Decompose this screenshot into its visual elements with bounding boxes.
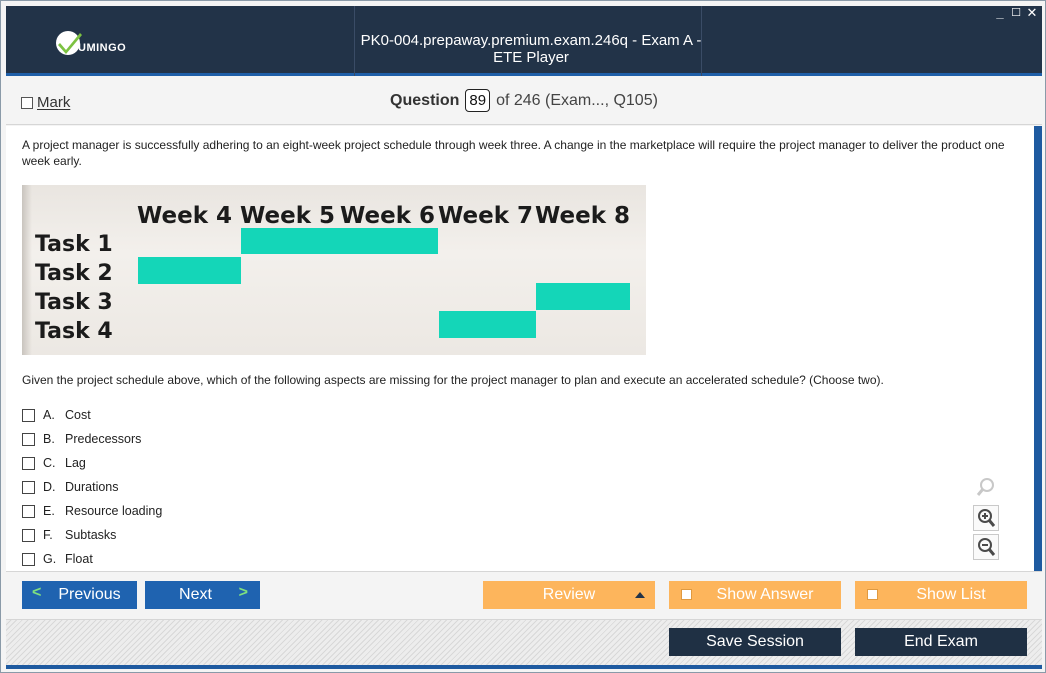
answer-checkbox[interactable] [22,528,35,542]
title-bar: UMINGO PK0-004.prepaway.premium.exam.246… [6,6,1042,76]
question-content: A project manager is successfully adheri… [6,126,1042,571]
chevron-left-icon: < [32,584,42,601]
show-list-button[interactable]: Show List [855,581,1027,609]
show-answer-label: Show Answer [716,586,814,603]
question-header: Mark Question 89 of 246 (Exam..., Q105) [6,79,1042,125]
end-exam-label: End Exam [904,633,978,650]
answer-option-c[interactable]: C. Lag [22,451,162,475]
zoom-reset-icon[interactable] [973,474,999,500]
show-list-label: Show List [916,586,986,603]
week-label: Week 7 [438,203,534,229]
vumingo-logo: UMINGO [54,28,144,58]
task-4-bar [439,311,536,338]
question-prompt: Given the project schedule above, which … [22,373,884,387]
zoom-out-icon[interactable] [973,534,999,560]
answer-letter: F. [43,528,53,542]
exhibit-gantt-image: Week 4 Week 5 Week 6 Week 7 Week 8 Task … [22,185,646,355]
question-total: of 246 (Exam..., Q105) [496,91,658,109]
answer-option-f[interactable]: F. Subtasks [22,523,162,547]
answer-text: Durations [65,480,119,494]
maximize-button[interactable]: ☐ [1010,6,1022,20]
close-button[interactable]: ✕ [1026,6,1038,20]
previous-button-label: Previous [58,586,121,603]
question-text: A project manager is successfully adheri… [22,138,1005,168]
answer-checkbox[interactable] [22,552,35,566]
week-label: Week 5 [240,203,336,229]
answer-checkbox[interactable] [22,480,35,494]
question-label: Question [390,91,460,109]
answer-text: Subtasks [65,528,117,542]
exam-player-window: UMINGO PK0-004.prepaway.premium.exam.246… [0,0,1046,673]
title-divider [354,6,355,76]
answer-option-b[interactable]: B. Predecessors [22,427,162,451]
next-button[interactable]: Next > [145,581,260,609]
chevron-right-icon: > [238,584,248,601]
bottom-accent-line [6,665,1042,669]
task-1-bar [241,228,438,254]
logo-text: UMINGO [78,42,127,54]
show-answer-checkbox[interactable] [681,589,692,600]
answer-letter: A. [43,408,55,422]
week-label: Week 8 [535,203,631,229]
save-session-label: Save Session [706,633,804,650]
answer-letter: E. [43,504,55,518]
task-label: Task 3 [35,290,113,315]
task-label: Task 2 [35,261,113,286]
answer-text: Resource loading [65,504,163,518]
window-title: PK0-004.prepaway.premium.exam.246q - Exa… [360,32,702,66]
answer-option-e[interactable]: E. Resource loading [22,499,162,523]
answer-letter: G. [43,552,57,566]
answer-list: A. Cost B. Predecessors C. Lag D. Durati… [22,403,162,571]
answer-text: Predecessors [65,432,142,446]
answer-checkbox[interactable] [22,504,35,518]
content-scrollbar[interactable] [1034,126,1042,571]
answer-text: Lag [65,456,86,470]
show-list-checkbox[interactable] [867,589,878,600]
answer-option-d[interactable]: D. Durations [22,475,162,499]
exhibit-shadow [22,185,32,355]
answer-checkbox[interactable] [22,432,35,446]
review-button-label: Review [542,586,596,603]
save-session-button[interactable]: Save Session [669,628,841,656]
navigation-bar: < Previous Next > Review Show Answer Sho… [6,571,1042,619]
minimize-button[interactable]: _ [994,6,1006,20]
answer-letter: C. [43,456,56,470]
footer-bar: Save Session End Exam [6,619,1042,665]
window-controls: _ ☐ ✕ [994,6,1038,20]
answer-letter: D. [43,480,56,494]
previous-button[interactable]: < Previous [22,581,137,609]
question-number-input[interactable]: 89 [465,89,491,112]
question-counter: Question 89 of 246 (Exam..., Q105) [6,89,1042,112]
zoom-in-icon[interactable] [973,505,999,531]
week-label: Week 6 [340,203,436,229]
task-label: Task 4 [35,319,113,344]
answer-text: Float [65,552,93,566]
show-answer-button[interactable]: Show Answer [669,581,841,609]
answer-text: Cost [65,408,91,422]
task-2-bar [138,257,241,284]
answer-checkbox[interactable] [22,456,35,470]
answer-option-a[interactable]: A. Cost [22,403,162,427]
task-label: Task 1 [35,232,113,257]
task-3-bar [536,283,630,310]
end-exam-button[interactable]: End Exam [855,628,1027,656]
caret-up-icon [635,592,645,598]
answer-option-g[interactable]: G. Float [22,547,162,571]
next-button-label: Next [179,586,212,603]
week-label: Week 4 [137,203,233,229]
answer-checkbox[interactable] [22,408,35,422]
answer-letter: B. [43,432,55,446]
review-button[interactable]: Review [483,581,655,609]
